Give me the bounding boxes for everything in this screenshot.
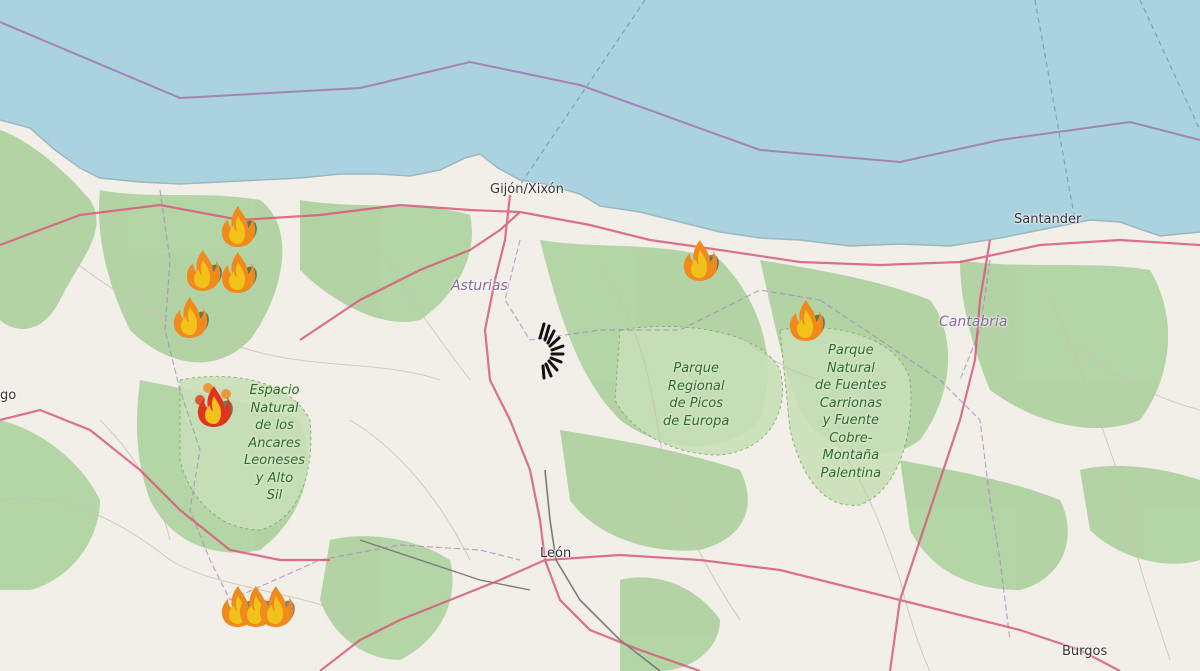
region-label-asturias[interactable]: Asturias	[451, 278, 508, 294]
fire-icon	[789, 300, 825, 341]
city-label-lugo[interactable]: go	[0, 388, 16, 403]
map-canvas[interactable]: Gijón/Xixón Santander Asturias Cantabria…	[0, 0, 1200, 671]
fire-marker[interactable]	[170, 293, 210, 339]
city-label-gijon[interactable]: Gijón/Xixón	[490, 182, 564, 197]
fire-marker[interactable]	[256, 582, 296, 628]
fire-icon	[259, 586, 295, 627]
city-label-leon[interactable]: León	[540, 546, 571, 561]
fire-icon	[221, 206, 257, 247]
fire-icon	[221, 252, 257, 293]
fire-marker[interactable]	[786, 296, 826, 342]
fire-icon	[195, 383, 233, 427]
park-label-fuentes-carrionas[interactable]: Parque Natural de Fuentes Carrionas y Fu…	[815, 342, 887, 482]
city-label-santander[interactable]: Santander	[1014, 212, 1081, 227]
fire-marker[interactable]	[183, 246, 223, 292]
fire-icon	[186, 250, 222, 291]
fire-icon	[683, 240, 719, 281]
fire-marker[interactable]	[194, 382, 234, 428]
park-label-picos-de-europa[interactable]: Parque Regional de Picos de Europa	[663, 360, 729, 430]
spinner-icon	[530, 318, 576, 382]
fire-icon	[173, 297, 209, 338]
park-label-ancares[interactable]: Espacio Natural de los Ancares Leoneses …	[244, 382, 305, 505]
region-label-cantabria[interactable]: Cantabria	[939, 314, 1007, 330]
fire-marker[interactable]	[218, 248, 258, 294]
city-label-burgos[interactable]: Burgos	[1062, 644, 1107, 659]
fire-marker[interactable]	[218, 202, 258, 248]
fire-marker[interactable]	[680, 236, 720, 282]
